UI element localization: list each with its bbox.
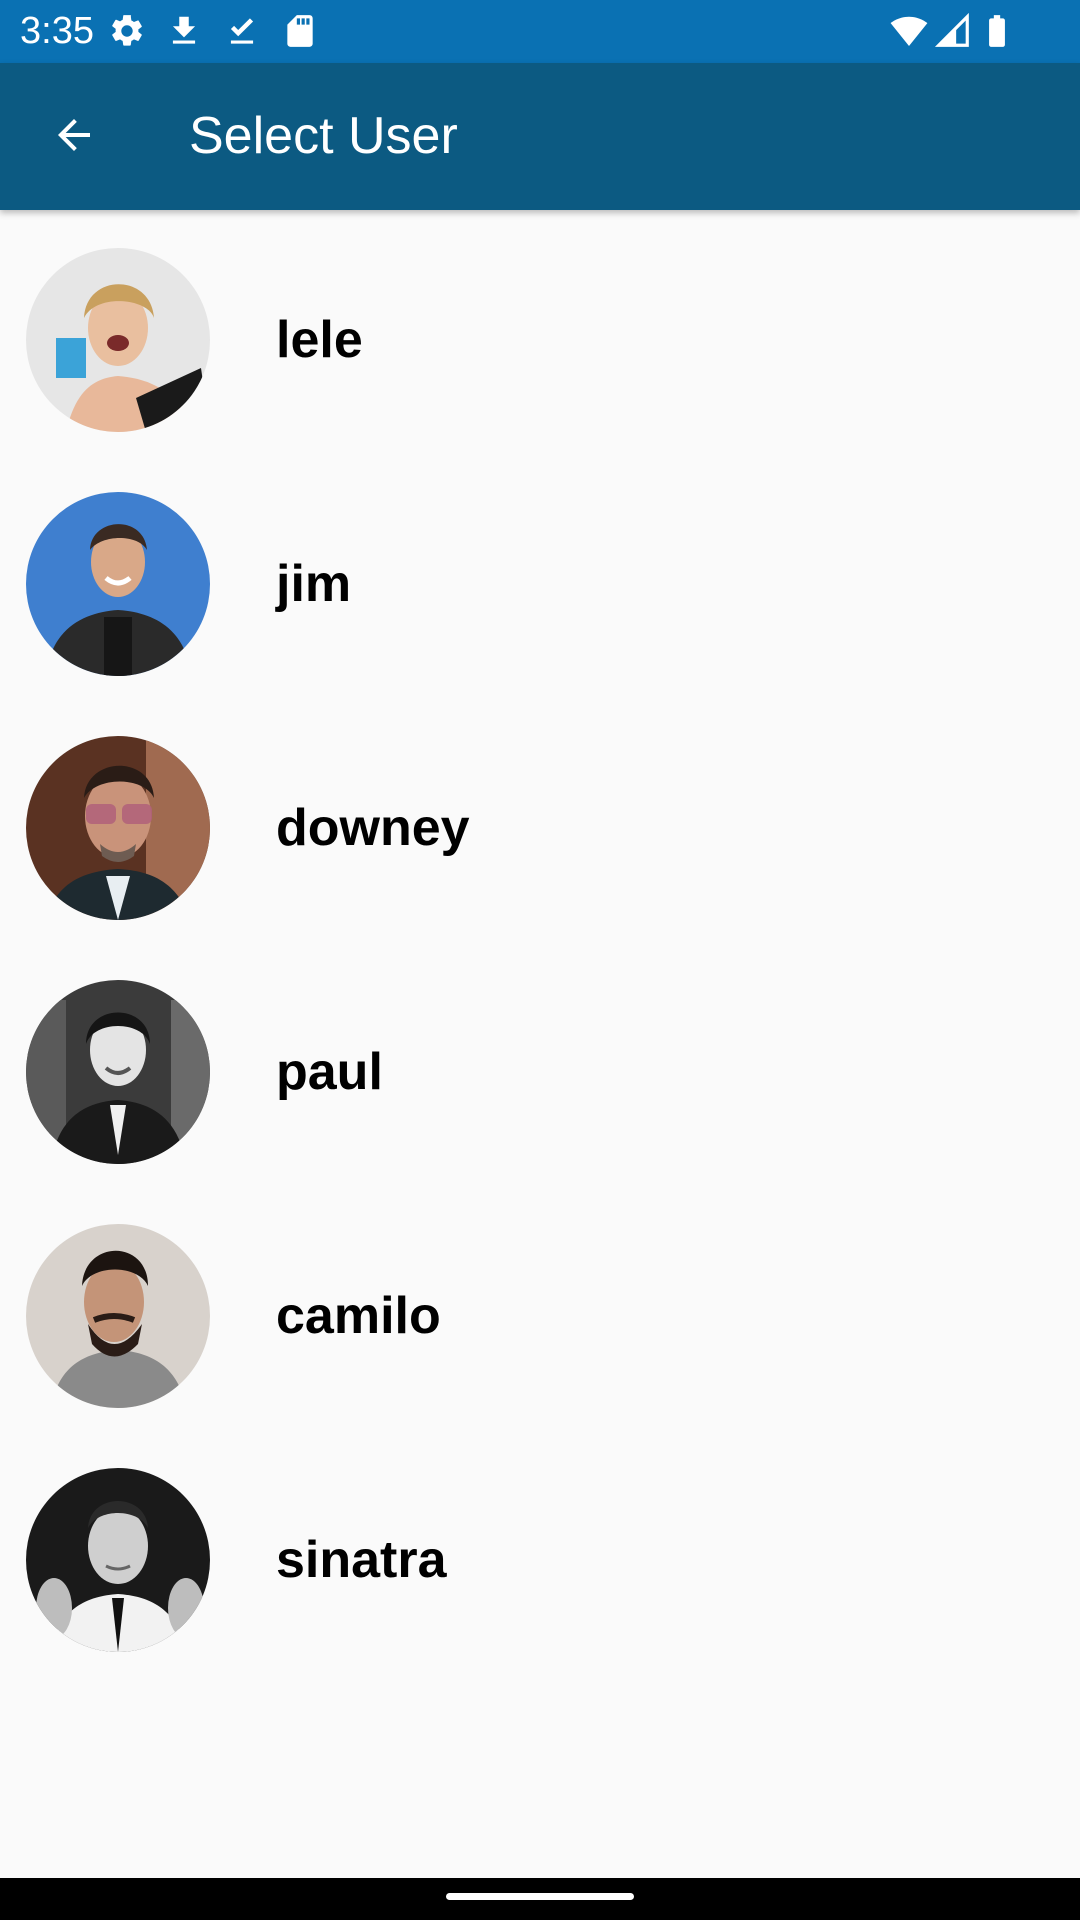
user-name: camilo (276, 1287, 441, 1345)
wifi-icon (890, 12, 928, 50)
status-time: 3:35 (20, 10, 94, 52)
user-row-camilo[interactable]: camilo (0, 1188, 1080, 1432)
avatar (26, 1224, 210, 1408)
user-name: sinatra (276, 1531, 447, 1589)
navigation-bar (0, 1878, 1080, 1920)
avatar (26, 736, 210, 920)
avatar (26, 248, 210, 432)
user-name: jim (276, 555, 352, 613)
user-row-jim[interactable]: jim (0, 456, 1080, 700)
back-button[interactable] (38, 101, 110, 173)
download-done-icon (223, 12, 261, 50)
page-title: Select User (189, 107, 458, 165)
status-bar: 3:35 (0, 0, 1080, 63)
user-name: downey (276, 799, 470, 857)
app-bar: Select User (0, 63, 1080, 210)
battery-icon (978, 12, 1016, 50)
home-gesture-handle[interactable] (446, 1893, 634, 1900)
avatar (26, 1468, 210, 1652)
user-name: lele (276, 311, 363, 369)
arrow-back-icon (50, 111, 98, 164)
cell-signal-icon (934, 12, 972, 50)
download-icon (165, 12, 203, 50)
user-list: lele jim downey paul camilo sinatra (0, 212, 1080, 1676)
user-row-lele[interactable]: lele (0, 212, 1080, 456)
user-row-paul[interactable]: paul (0, 944, 1080, 1188)
avatar (26, 980, 210, 1164)
user-name: paul (276, 1043, 383, 1101)
user-row-sinatra[interactable]: sinatra (0, 1432, 1080, 1676)
sd-card-icon (281, 12, 319, 50)
user-row-downey[interactable]: downey (0, 700, 1080, 944)
settings-icon (108, 12, 146, 50)
avatar (26, 492, 210, 676)
